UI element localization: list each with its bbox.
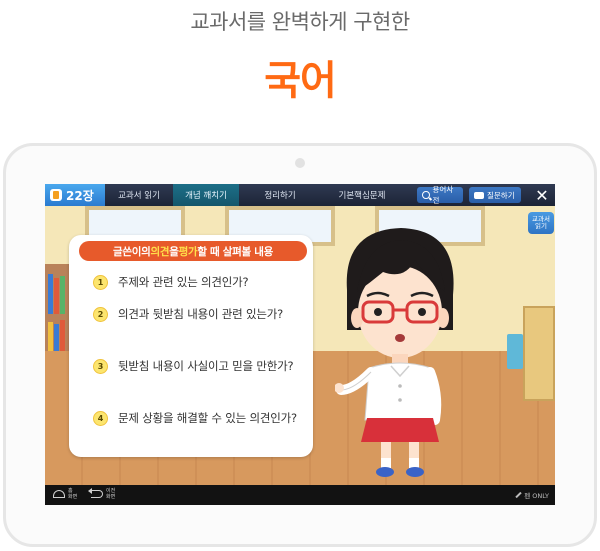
book (48, 274, 53, 314)
trash-bin (507, 334, 523, 369)
dictionary-label: 용어사전 (432, 185, 454, 205)
header-subtitle: 교과서를 완벽하게 구현한 (190, 10, 410, 34)
chapter-label: 22장 (66, 188, 94, 203)
list-item: 4 문제 상황을 해결할 수 있는 의견인가? (93, 410, 298, 427)
app-screen: 22장 교과서 읽기 개념 깨치기 정리하기 기본핵심문제 용어사전 질문하기 … (45, 184, 555, 505)
tablet-camera (295, 158, 305, 168)
pen-icon (515, 491, 522, 499)
bookshelf (45, 264, 71, 364)
header-title: 국어 (264, 58, 337, 104)
banner-text-pre: 글쓴이의 (113, 245, 151, 258)
list-item: 2 의견과 뒷받침 내용이 관련 있는가? (93, 306, 298, 323)
back-button[interactable]: 이전 화면 (88, 488, 118, 500)
pen-only-label: 펜 ONLY (524, 492, 549, 500)
back-icon (88, 488, 103, 498)
tab-core-questions[interactable]: 기본핵심문제 (317, 184, 407, 206)
banner-highlight-evaluate: 평가 (178, 245, 198, 258)
question-label: 질문하기 (487, 190, 515, 200)
list-item: 1 주제와 관련 있는 의견인가? (93, 274, 298, 291)
book (54, 278, 59, 314)
close-button[interactable]: ✕ (532, 185, 552, 205)
home-label: 홈 화면 (68, 488, 78, 500)
item-text: 의견과 뒷받침 내용이 관련 있는가? (118, 307, 284, 321)
item-number: 3 (93, 359, 108, 374)
tab-read-textbook[interactable]: 교과서 읽기 (107, 184, 171, 206)
dictionary-button[interactable]: 용어사전 (417, 185, 463, 205)
top-toolbar: 22장 교과서 읽기 개념 깨치기 정리하기 기본핵심문제 용어사전 질문하기 … (45, 184, 555, 206)
back-label: 이전 화면 (106, 488, 116, 500)
cabinet (523, 306, 555, 401)
banner-text-post: 할 때 살펴볼 내용 (197, 245, 273, 258)
home-icon (53, 490, 65, 498)
tab-summary[interactable]: 정리하기 (245, 184, 315, 206)
teacher-character (335, 228, 454, 477)
item-text: 문제 상황을 해결할 수 있는 의견인가? (118, 411, 297, 425)
pen-only-indicator[interactable]: 펜 ONLY (515, 490, 549, 500)
chat-icon (474, 191, 484, 199)
question-button[interactable]: 질문하기 (469, 187, 521, 203)
tab-concepts[interactable]: 개념 깨치기 (173, 184, 239, 206)
banner-text-mid: 을 (169, 245, 179, 258)
item-text: 뒷받침 내용이 사실이고 믿을 만한가? (118, 359, 294, 373)
search-icon (422, 191, 430, 199)
item-number: 1 (93, 275, 108, 290)
item-number: 2 (93, 307, 108, 322)
item-number: 4 (93, 411, 108, 426)
banner-highlight-opinion: 의견 (150, 245, 170, 258)
bottom-navigation-bar: 홈 화면 이전 화면 펜 ONLY (45, 485, 555, 505)
card-banner: 글쓴이의 의견 을 평가 할 때 살펴볼 내용 (79, 241, 307, 261)
read-textbook-button[interactable]: 교과서 읽기 (528, 212, 554, 234)
chapter-badge[interactable]: 22장 (45, 184, 105, 206)
item-text: 주제와 관련 있는 의견인가? (118, 275, 249, 289)
book (60, 276, 65, 314)
home-button[interactable]: 홈 화면 (53, 488, 78, 500)
list-item: 3 뒷받침 내용이 사실이고 믿을 만한가? (93, 358, 298, 375)
book-icon (50, 189, 62, 201)
